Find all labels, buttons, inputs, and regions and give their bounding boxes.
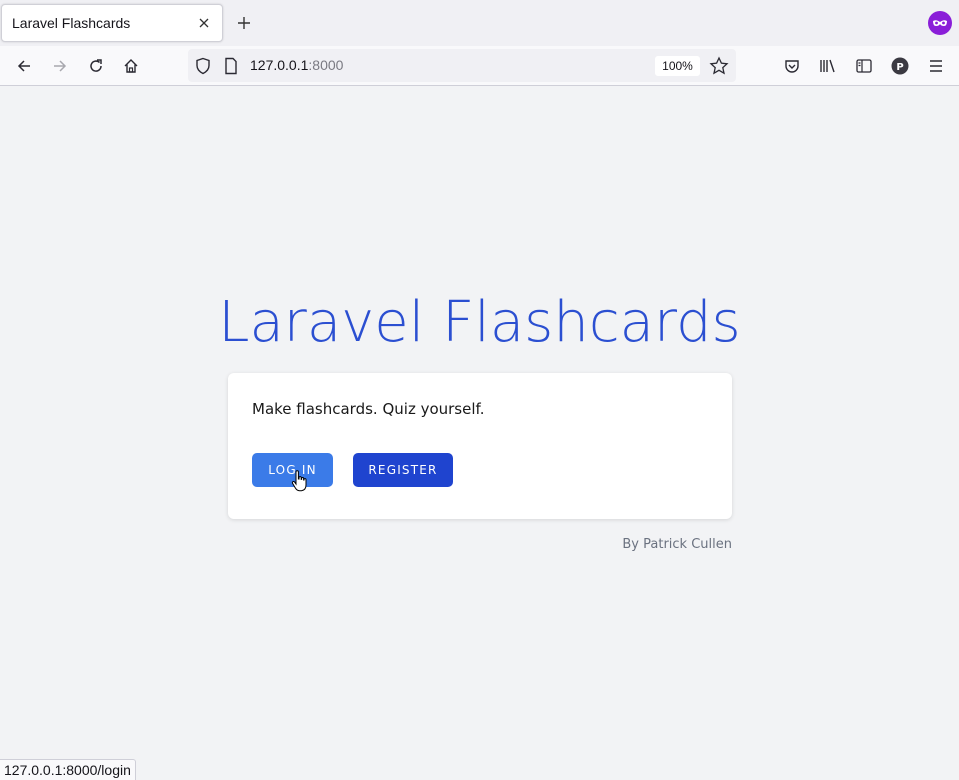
status-bar: 127.0.0.1:8000/login <box>0 759 136 780</box>
page-icon[interactable] <box>223 57 239 75</box>
tab-bar: Laravel Flashcards <box>0 0 959 46</box>
library-icon[interactable] <box>816 54 840 78</box>
welcome-card: Make flashcards. Quiz yourself. LOG IN R… <box>228 373 732 519</box>
home-icon[interactable] <box>119 54 143 78</box>
pocket-icon[interactable] <box>780 54 804 78</box>
url-port: :8000 <box>308 57 344 73</box>
browser-tab[interactable]: Laravel Flashcards <box>1 4 223 42</box>
url-text[interactable]: 127.0.0.1:8000 <box>250 57 343 73</box>
url-bar[interactable]: 127.0.0.1:8000 100% <box>188 49 736 82</box>
nav-bar: 127.0.0.1:8000 100% P <box>0 46 959 86</box>
mask-icon[interactable] <box>928 11 952 35</box>
reload-icon[interactable] <box>84 54 108 78</box>
star-icon[interactable] <box>709 56 729 76</box>
zoom-level[interactable]: 100% <box>655 56 700 76</box>
profile-icon[interactable]: P <box>888 54 912 78</box>
forward-arrow-icon[interactable] <box>48 54 72 78</box>
back-arrow-icon[interactable] <box>12 54 36 78</box>
sidebar-icon[interactable] <box>852 54 876 78</box>
close-icon[interactable] <box>196 15 212 31</box>
byline: By Patrick Cullen <box>622 537 732 552</box>
register-button[interactable]: REGISTER <box>353 453 453 487</box>
avatar-letter: P <box>896 62 903 73</box>
plus-icon[interactable] <box>233 12 255 34</box>
url-host: 127.0.0.1 <box>250 57 309 73</box>
shield-icon[interactable] <box>194 57 212 75</box>
tab-title: Laravel Flashcards <box>12 15 131 31</box>
tagline: Make flashcards. Quiz yourself. <box>252 400 485 418</box>
menu-icon[interactable] <box>924 54 948 78</box>
page-title: Laravel Flashcards <box>218 290 741 355</box>
hand-cursor-icon <box>291 470 309 492</box>
